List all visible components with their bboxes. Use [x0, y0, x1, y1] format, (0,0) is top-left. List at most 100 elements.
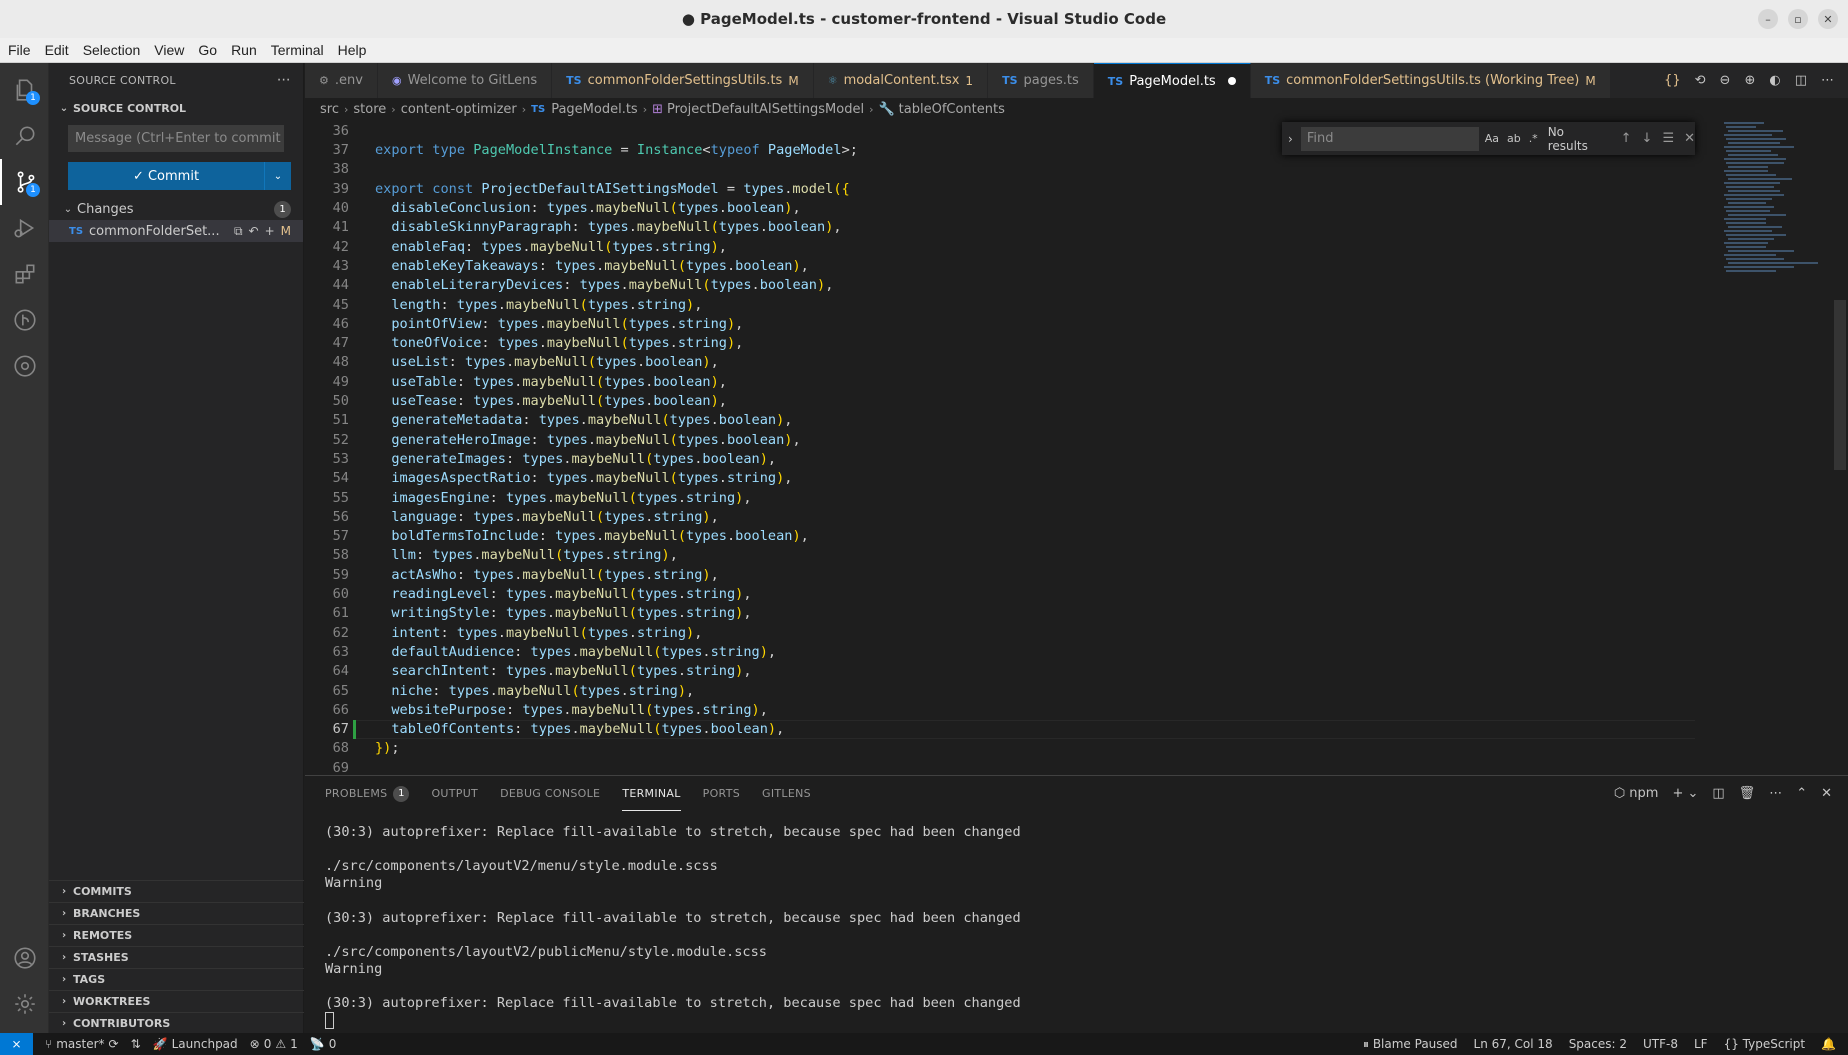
discard-changes-icon[interactable]: ↶	[249, 224, 259, 238]
close-panel-icon[interactable]: ✕	[1821, 786, 1832, 801]
breadcrumb-item[interactable]: store	[353, 102, 386, 117]
more-actions-icon[interactable]: ⋯	[1769, 786, 1782, 801]
launchpad-indicator[interactable]: 🚀 Launchpad	[153, 1037, 238, 1051]
menu-file[interactable]: File	[4, 42, 35, 58]
unsaved-dot-icon[interactable]	[1227, 77, 1236, 85]
language-mode[interactable]: {} TypeScript	[1724, 1037, 1805, 1051]
maximize-panel-icon[interactable]: ⌃	[1796, 786, 1807, 801]
tab-terminal[interactable]: TERMINAL	[622, 776, 681, 811]
tab-welcome-gitlens[interactable]: ◉ Welcome to GitLens	[377, 63, 553, 98]
end-of-line[interactable]: LF	[1694, 1037, 1708, 1051]
notifications-icon[interactable]: 🔔	[1821, 1037, 1836, 1051]
chevron-right-icon[interactable]: ›	[1288, 132, 1293, 146]
changes-group[interactable]: ⌄ Changes 1	[49, 198, 303, 220]
more-actions-icon[interactable]: ⋯	[1821, 73, 1834, 88]
tab-common-folder-settings-utils[interactable]: TS commonFolderSettingsUtils.ts M	[552, 63, 814, 98]
section-remotes[interactable]: › REMOTES	[49, 924, 304, 946]
gitlens-icon[interactable]	[0, 297, 49, 343]
tab-common-folder-settings-utils-working-tree[interactable]: TS commonFolderSettingsUtils.ts (Working…	[1250, 63, 1611, 98]
code-text: readingLevel: types.maybeNull(types.stri…	[391, 586, 752, 602]
indentation[interactable]: Spaces: 2	[1569, 1037, 1627, 1051]
menu-go[interactable]: Go	[194, 42, 221, 58]
tab-output[interactable]: OUTPUT	[431, 776, 478, 811]
new-terminal-icon[interactable]: + ⌄	[1672, 786, 1698, 801]
run-debug-icon[interactable]	[0, 205, 49, 251]
find-in-selection-icon[interactable]: ☰	[1662, 131, 1674, 146]
close-window-button[interactable]: ✕	[1818, 9, 1838, 29]
gitlens-inspect-icon[interactable]	[0, 343, 49, 389]
git-change-marker[interactable]	[353, 719, 356, 739]
publish-indicator[interactable]: ⇅	[131, 1037, 141, 1051]
next-commit-icon[interactable]: ⊕	[1744, 73, 1755, 88]
minimap-line	[1728, 226, 1782, 228]
section-commits[interactable]: › COMMITS	[49, 880, 304, 902]
menu-help[interactable]: Help	[334, 42, 371, 58]
tab-pages[interactable]: TS pages.ts	[988, 63, 1094, 98]
braces-icon[interactable]: {}	[1664, 73, 1681, 88]
open-file-icon[interactable]: ⧉	[234, 224, 243, 239]
breadcrumb-item[interactable]: src	[320, 102, 339, 117]
extensions-icon[interactable]	[0, 251, 49, 297]
trash-icon[interactable]: 🗑	[1739, 786, 1756, 801]
breadcrumb-item[interactable]: tableOfContents	[899, 102, 1005, 117]
explorer-icon[interactable]: 1	[0, 67, 49, 113]
regex-icon[interactable]: .*	[1529, 132, 1538, 145]
section-tags[interactable]: › TAGS	[49, 968, 304, 990]
code-editor[interactable]: 35});3637export type PageModelInstance =…	[305, 120, 1848, 775]
close-icon[interactable]: ✕	[1684, 131, 1695, 146]
blame-indicator[interactable]: ⏸ Blame Paused	[1363, 1037, 1458, 1052]
match-case-icon[interactable]: Aa	[1485, 132, 1499, 145]
source-control-icon[interactable]: 1	[0, 159, 49, 205]
problems-indicator[interactable]: ⊗ 0 ⚠ 1	[250, 1037, 298, 1051]
tab-env[interactable]: ⚙ .env	[305, 63, 378, 98]
gitlens-toggle-icon[interactable]: ◐	[1769, 73, 1780, 88]
find-input[interactable]: Find	[1300, 126, 1479, 151]
tab-page-model[interactable]: TS PageModel.ts	[1093, 63, 1251, 98]
tab-gitlens[interactable]: GITLENS	[762, 776, 811, 811]
breadcrumb-item[interactable]: ProjectDefaultAISettingsModel	[667, 102, 864, 117]
scm-section-header[interactable]: ⌄ SOURCE CONTROL	[49, 97, 303, 119]
commit-button[interactable]: ✓ Commit	[68, 162, 265, 190]
commit-message-input[interactable]: Message (Ctrl+Enter to commit o...	[68, 125, 284, 152]
stage-changes-icon[interactable]: +	[265, 224, 275, 238]
maximize-button[interactable]: ▫	[1788, 9, 1808, 29]
settings-gear-icon[interactable]	[0, 981, 49, 1027]
menu-selection[interactable]: Selection	[79, 42, 145, 58]
search-icon[interactable]	[0, 113, 49, 159]
arrow-down-icon[interactable]: ↓	[1642, 131, 1653, 146]
split-editor-icon[interactable]: ◫	[1795, 73, 1807, 88]
menu-run[interactable]: Run	[227, 42, 261, 58]
branch-indicator[interactable]: ⑂ master* ⟳	[45, 1037, 119, 1051]
arrow-up-icon[interactable]: ↑	[1621, 131, 1632, 146]
encoding[interactable]: UTF-8	[1643, 1037, 1678, 1051]
section-stashes[interactable]: › STASHES	[49, 946, 304, 968]
menu-terminal[interactable]: Terminal	[267, 42, 328, 58]
cursor-position[interactable]: Ln 67, Col 18	[1474, 1037, 1553, 1051]
editor-scrollbar[interactable]	[1834, 300, 1846, 470]
tab-problems[interactable]: PROBLEMS 1	[325, 776, 410, 811]
open-changes-icon[interactable]: ⟲	[1695, 73, 1706, 88]
remote-indicator-icon[interactable]: ⨯	[0, 1033, 33, 1055]
minimap[interactable]	[1720, 120, 1832, 320]
commit-dropdown-icon[interactable]: ⌄	[265, 162, 291, 190]
breadcrumb-item[interactable]: content-optimizer	[401, 102, 517, 117]
tab-ports[interactable]: PORTS	[703, 776, 740, 811]
section-contributors[interactable]: › CONTRIBUTORS	[49, 1012, 304, 1034]
section-branches[interactable]: › BRANCHES	[49, 902, 304, 924]
terminal-selector[interactable]: ⬡ npm	[1614, 786, 1659, 801]
changed-file-item[interactable]: TS commonFolderSet... ⧉ ↶ + M	[49, 220, 303, 242]
minimize-button[interactable]: –	[1758, 9, 1778, 29]
menu-edit[interactable]: Edit	[41, 42, 73, 58]
split-terminal-icon[interactable]: ◫	[1712, 786, 1724, 801]
section-worktrees[interactable]: › WORKTREES	[49, 990, 304, 1012]
ports-indicator[interactable]: 📡 0	[310, 1037, 337, 1051]
match-whole-word-icon[interactable]: ab	[1507, 132, 1521, 145]
tab-modal-content[interactable]: ⚛ modalContent.tsx 1	[813, 63, 989, 98]
menu-view[interactable]: View	[150, 42, 188, 58]
breadcrumb-item[interactable]: PageModel.ts	[551, 102, 638, 117]
previous-commit-icon[interactable]: ⊖	[1720, 73, 1731, 88]
account-icon[interactable]	[0, 935, 49, 981]
tab-debug-console[interactable]: DEBUG CONSOLE	[500, 776, 600, 811]
sync-icon[interactable]: ⟳	[109, 1037, 119, 1051]
more-actions-icon[interactable]: ⋯	[277, 72, 291, 88]
